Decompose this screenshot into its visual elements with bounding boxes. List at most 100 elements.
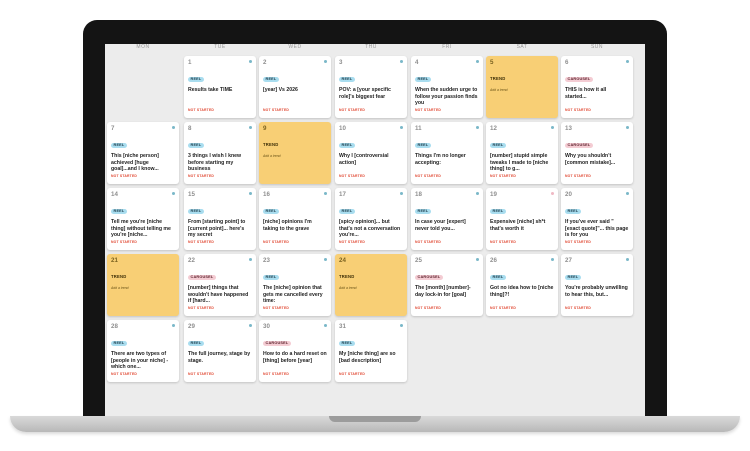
status-label: NOT STARTED xyxy=(188,240,215,244)
content-type-badge: REEL xyxy=(490,274,506,280)
calendar-cell[interactable]: 28 REEL There are two types of [people in … xyxy=(107,320,179,382)
day-number: 12 xyxy=(490,125,497,132)
day-number: 13 xyxy=(565,125,572,132)
content-type-badge: CAROUSEL xyxy=(188,274,216,280)
calendar-cell[interactable]: 7 REEL This [niche person] achieved [huge … xyxy=(107,122,179,184)
content-type-badge: REEL xyxy=(188,76,204,82)
calendar-cell[interactable]: 18 REEL In case your [expert] never told y… xyxy=(411,188,483,250)
calendar-cell[interactable]: 12 REEL [number] stupid simple tweaks I ma… xyxy=(486,122,558,184)
day-number: 30 xyxy=(263,323,270,330)
content-calendar: MON TUE WED THU FRI SAT SUN 1 REEL Results take T… xyxy=(105,44,645,416)
calendar-cell-trend[interactable]: 9 TREND Add a trend xyxy=(259,122,331,184)
status-dot-icon xyxy=(400,126,403,129)
calendar-cell[interactable]: 23 REEL The [niche] opinion that gets me c… xyxy=(259,254,331,316)
add-trend-link[interactable]: Add a trend xyxy=(263,154,327,158)
calendar-cell[interactable]: 16 REEL [niche] opinions I'm taking to the… xyxy=(259,188,331,250)
day-number: 9 xyxy=(263,125,267,132)
content-type-badge: TREND xyxy=(263,142,279,147)
status-dot-icon xyxy=(400,192,403,195)
day-number: 28 xyxy=(111,323,118,330)
status-label: NOT STARTED xyxy=(188,174,215,178)
day-number: 4 xyxy=(415,59,419,66)
status-label: NOT STARTED xyxy=(339,372,366,376)
content-type-badge: CAROUSEL xyxy=(565,76,593,82)
day-number: 20 xyxy=(565,191,572,198)
calendar-cell[interactable]: 10 REEL Why I [controversial action] NOT ST… xyxy=(335,122,407,184)
status-label: NOT STARTED xyxy=(565,174,592,178)
calendar-cell-trend[interactable]: 24 TREND Add a trend xyxy=(335,254,407,316)
status-label: NOT STARTED xyxy=(111,240,138,244)
calendar-cell-trend[interactable]: 5 TREND Add a trend xyxy=(486,56,558,118)
status-dot-icon xyxy=(476,60,479,63)
weekday-header: WED xyxy=(288,44,302,50)
day-number: 2 xyxy=(263,59,267,66)
day-number: 17 xyxy=(339,191,346,198)
add-trend-link[interactable]: Add a trend xyxy=(339,286,403,290)
status-label: NOT STARTED xyxy=(565,306,592,310)
add-trend-link[interactable]: Add a trend xyxy=(111,286,175,290)
day-number: 1 xyxy=(188,59,192,66)
day-number: 15 xyxy=(188,191,195,198)
day-number: 3 xyxy=(339,59,343,66)
status-dot-icon xyxy=(249,60,252,63)
day-number: 25 xyxy=(415,257,422,264)
calendar-cell[interactable]: 31 REEL My [niche thing] are so [bad descr… xyxy=(335,320,407,382)
status-label: NOT STARTED xyxy=(490,174,517,178)
content-type-badge: CAROUSEL xyxy=(263,340,291,346)
calendar-cell[interactable]: 14 REEL Tell me you're [niche thing] witho… xyxy=(107,188,179,250)
calendar-cell[interactable]: 13 CAROUSEL Why you shouldn't [common mist… xyxy=(561,122,633,184)
weekday-header: SAT xyxy=(516,44,528,50)
calendar-cell[interactable]: 4 REEL When the sudden urge to follow your… xyxy=(411,56,483,118)
status-label: NOT STARTED xyxy=(415,306,442,310)
status-label: NOT STARTED xyxy=(339,174,366,178)
calendar-cell-empty xyxy=(107,56,179,118)
status-label: NOT STARTED xyxy=(263,240,290,244)
status-label: NOT STARTED xyxy=(111,174,138,178)
laptop-notch xyxy=(329,416,421,422)
status-dot-icon xyxy=(551,258,554,261)
day-number: 5 xyxy=(490,59,494,66)
calendar-cell[interactable]: 1 REEL Results take TIME NOT STARTED xyxy=(184,56,256,118)
calendar-cell[interactable]: 22 CAROUSEL [number] things that wouldn't … xyxy=(184,254,256,316)
calendar-cell[interactable]: 20 REEL If you've ever said " [exact quote… xyxy=(561,188,633,250)
status-dot-icon xyxy=(626,258,629,261)
day-number: 6 xyxy=(565,59,569,66)
content-type-badge: REEL xyxy=(565,274,581,280)
content-type-badge: REEL xyxy=(339,208,355,214)
content-type-badge: CAROUSEL xyxy=(565,142,593,148)
calendar-cell[interactable]: 6 CAROUSEL THIS is how it all started... NO… xyxy=(561,56,633,118)
calendar-cell[interactable]: 3 REEL POV: a [your specific role]'s bigge… xyxy=(335,56,407,118)
calendar-cell[interactable]: 15 REEL From [starting point] to [current … xyxy=(184,188,256,250)
calendar-cell[interactable]: 17 REEL [spicy opinion]... but that's not … xyxy=(335,188,407,250)
calendar-cell[interactable]: 11 REEL Things I'm no longer accepting: NOT… xyxy=(411,122,483,184)
add-trend-link[interactable]: Add a trend xyxy=(490,88,554,92)
status-label: NOT STARTED xyxy=(111,372,138,376)
calendar-cell[interactable]: 27 REEL You're probably unwilling to hear … xyxy=(561,254,633,316)
calendar-cell[interactable]: 25 CAROUSEL The [month] [number]-day lock-… xyxy=(411,254,483,316)
content-type-badge: REEL xyxy=(490,142,506,148)
calendar-cell[interactable]: 19 REEL Expensive [niche] sh*t that's wort… xyxy=(486,188,558,250)
calendar-cell[interactable]: 30 CAROUSEL How to do a hard reset on [thi… xyxy=(259,320,331,382)
calendar-cell[interactable]: 8 REEL 3 things I wish I knew before start… xyxy=(184,122,256,184)
status-dot-icon xyxy=(249,258,252,261)
calendar-cell[interactable]: 29 REEL The full journey, stage by stage. N… xyxy=(184,320,256,382)
weekday-header: TUE xyxy=(214,44,226,50)
day-number: 14 xyxy=(111,191,118,198)
status-dot-icon xyxy=(249,192,252,195)
day-number: 21 xyxy=(111,257,118,264)
status-label: NOT STARTED xyxy=(339,108,366,112)
calendar-cell-trend[interactable]: 21 TREND Add a trend xyxy=(107,254,179,316)
laptop-mockup: MON TUE WED THU FRI SAT SUN 1 REEL Results take T… xyxy=(0,0,750,451)
content-type-badge: TREND xyxy=(111,274,127,279)
calendar-cell[interactable]: 26 REEL Got no idea how to [niche thing]?!… xyxy=(486,254,558,316)
day-number: 27 xyxy=(565,257,572,264)
calendar-cell[interactable]: 2 REEL [year] Vs 2026 NOT STARTED xyxy=(259,56,331,118)
status-label: NOT STARTED xyxy=(490,240,517,244)
content-type-badge: REEL xyxy=(415,142,431,148)
day-number: 31 xyxy=(339,323,346,330)
status-label: NOT STARTED xyxy=(263,372,290,376)
status-dot-icon xyxy=(172,126,175,129)
day-number: 8 xyxy=(188,125,192,132)
weekday-header: SUN xyxy=(590,44,604,50)
status-dot-icon xyxy=(400,324,403,327)
